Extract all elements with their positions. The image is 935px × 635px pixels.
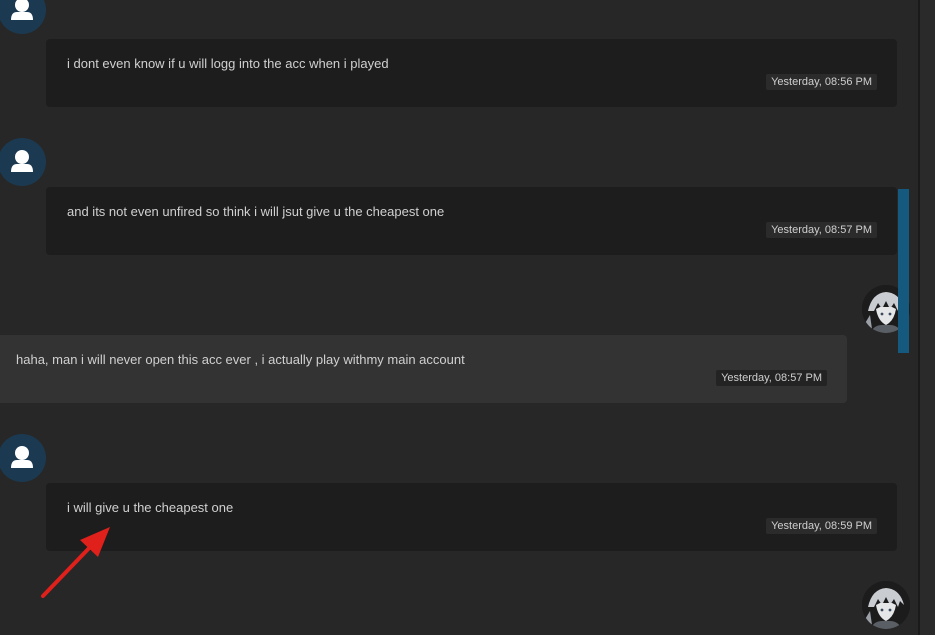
message-timestamp: Yesterday, 08:59 PM — [766, 518, 877, 534]
user-avatar-icon — [0, 138, 46, 186]
self-avatar — [862, 581, 910, 629]
message-text: i dont even know if u will logg into the… — [67, 56, 389, 71]
user-avatar-icon — [0, 434, 46, 482]
message-timestamp: Yesterday, 08:56 PM — [766, 74, 877, 90]
message-bubble: and its not even unfired so think i will… — [46, 187, 897, 255]
scrollbar-thumb[interactable] — [898, 189, 909, 353]
user-avatar-icon — [0, 0, 46, 34]
message-bubble: i will give u the cheapest one Yesterday… — [46, 483, 897, 551]
message-timestamp: Yesterday, 08:57 PM — [766, 222, 877, 238]
panel-border — [918, 0, 935, 635]
message-text: haha, man i will never open this acc eve… — [16, 352, 465, 367]
message-text: and its not even unfired so think i will… — [67, 204, 445, 219]
message-bubble-self: haha, man i will never open this acc eve… — [0, 335, 847, 403]
chat-message-list[interactable]: i dont even know if u will logg into the… — [0, 0, 918, 635]
message-text: i will give u the cheapest one — [67, 500, 234, 515]
message-timestamp: Yesterday, 08:57 PM — [716, 370, 827, 386]
message-bubble: i dont even know if u will logg into the… — [46, 39, 897, 107]
